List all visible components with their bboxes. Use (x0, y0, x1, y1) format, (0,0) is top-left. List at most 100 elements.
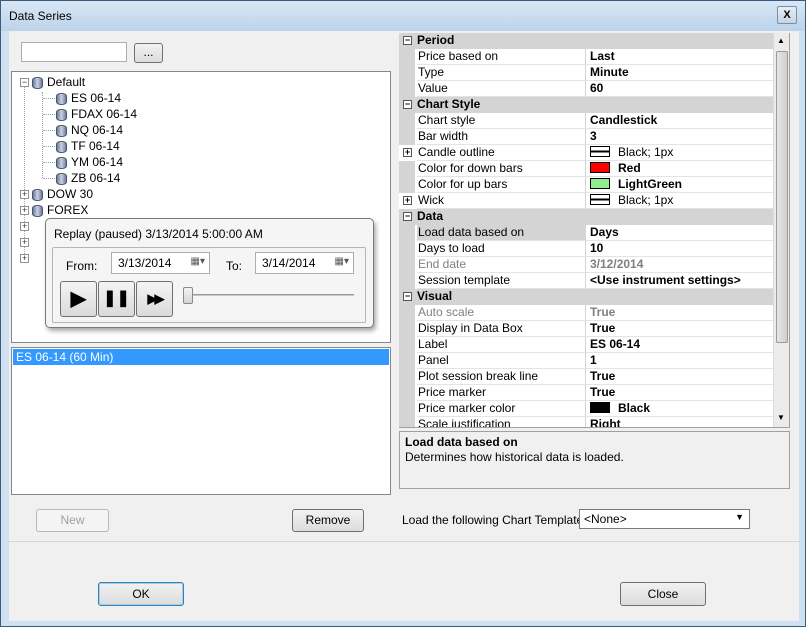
fast-forward-icon: ▶▶ (147, 291, 165, 306)
tree-item-default[interactable]: Default (32, 74, 85, 90)
replay-slider-track[interactable] (186, 294, 354, 296)
database-icon (56, 140, 67, 153)
from-label: From: (66, 259, 98, 273)
property-row[interactable]: Panel 1 (399, 353, 773, 369)
collapse-icon[interactable]: − (403, 100, 412, 109)
scroll-down-icon[interactable]: ▼ (777, 413, 785, 422)
property-row[interactable]: Label ES 06-14 (399, 337, 773, 353)
replay-status: Replay (paused) 3/13/2014 5:00:00 AM (54, 227, 263, 241)
property-row[interactable]: Color for up bars LightGreen (399, 177, 773, 193)
category-period[interactable]: − Period (399, 33, 773, 49)
series-list: ES 06-14 (60 Min) (11, 347, 391, 495)
to-label: To: (226, 259, 243, 273)
property-row[interactable]: Scale justification Right (399, 417, 773, 427)
window-close-button[interactable]: X (777, 6, 797, 24)
expand-icon[interactable]: + (20, 206, 29, 215)
browse-button[interactable]: ... (134, 43, 163, 63)
tree-item-dow30[interactable]: DOW 30 (32, 186, 93, 202)
property-row[interactable]: Color for down bars Red (399, 161, 773, 177)
property-row[interactable]: Display in Data Box True (399, 321, 773, 337)
property-row[interactable]: Plot session break line True (399, 369, 773, 385)
scroll-up-icon[interactable]: ▲ (777, 36, 785, 45)
tree-item-tf[interactable]: TF 06-14 (56, 138, 120, 154)
category-visual[interactable]: − Visual (399, 289, 773, 305)
window-title: Data Series (9, 9, 72, 23)
description-pane: Load data based on Determines how histor… (399, 431, 790, 489)
play-button[interactable]: ▶ (60, 281, 97, 317)
expand-icon[interactable]: + (20, 238, 29, 247)
scrollbar-thumb[interactable] (776, 51, 788, 343)
collapse-icon[interactable]: − (403, 36, 412, 45)
property-row[interactable]: Price marker color Black (399, 401, 773, 417)
property-row[interactable]: Auto scale True (399, 305, 773, 321)
category-chart-style[interactable]: − Chart Style (399, 97, 773, 113)
data-series-window: Data Series X ... − Default ES 06-14 FDA… (0, 0, 806, 627)
tree-item-zb[interactable]: ZB 06-14 (56, 170, 120, 186)
calendar-icon: ▦▾ (190, 256, 205, 267)
database-icon (56, 92, 67, 105)
expand-icon[interactable]: + (20, 254, 29, 263)
database-icon (56, 156, 67, 169)
property-grid-scrollbar[interactable]: ▲ ▼ (773, 33, 789, 427)
stroke-swatch (590, 146, 610, 158)
database-icon (32, 76, 43, 89)
pause-button[interactable]: ❚❚ (98, 281, 135, 317)
property-row[interactable]: + Candle outline Black; 1px (399, 145, 773, 161)
property-row[interactable]: Days to load 10 (399, 241, 773, 257)
property-row-selected[interactable]: Load data based on Days (399, 225, 773, 241)
replay-slider-thumb[interactable] (183, 287, 193, 304)
series-list-item[interactable]: ES 06-14 (60 Min) (13, 349, 389, 365)
ok-button[interactable]: OK (98, 582, 184, 606)
from-date-picker[interactable]: 3/13/2014 ▦▾ (111, 252, 210, 274)
replay-popup: Replay (paused) 3/13/2014 5:00:00 AM Fro… (45, 218, 374, 328)
expand-icon[interactable]: + (403, 148, 412, 157)
dialog-footer (9, 541, 799, 621)
color-swatch (590, 178, 610, 190)
property-row[interactable]: Session template <Use instrument settings… (399, 273, 773, 289)
remove-button[interactable]: Remove (292, 509, 364, 532)
chevron-down-icon: ▼ (735, 512, 744, 522)
tree-item-forex[interactable]: FOREX (32, 202, 88, 218)
property-row[interactable]: Chart style Candlestick (399, 113, 773, 129)
property-row[interactable]: + Wick Black; 1px (399, 193, 773, 209)
new-button[interactable]: New (36, 509, 109, 532)
color-swatch (590, 162, 610, 174)
calendar-icon: ▦▾ (334, 256, 349, 267)
collapse-icon[interactable]: − (403, 292, 412, 301)
category-data[interactable]: − Data (399, 209, 773, 225)
property-row[interactable]: Type Minute (399, 65, 773, 81)
property-row[interactable]: Price based on Last (399, 49, 773, 65)
property-grid: − Period Price based on Last Type Minute Va… (399, 33, 773, 427)
tree-item-nq[interactable]: NQ 06-14 (56, 122, 123, 138)
database-icon (56, 108, 67, 121)
property-row[interactable]: Value 60 (399, 81, 773, 97)
close-button[interactable]: Close (620, 582, 706, 606)
property-row[interactable]: Price marker True (399, 385, 773, 401)
fast-forward-button[interactable]: ▶▶ (136, 281, 173, 317)
collapse-icon[interactable]: − (403, 212, 412, 221)
description-text: Determines how historical data is loaded… (405, 450, 624, 464)
chart-template-select[interactable]: <None> ▼ (579, 509, 750, 529)
instrument-search-input[interactable] (21, 42, 127, 62)
color-swatch (590, 402, 610, 414)
database-icon (32, 204, 43, 217)
collapse-icon[interactable]: − (20, 78, 29, 87)
database-icon (56, 124, 67, 137)
pause-icon: ❚❚ (103, 290, 130, 307)
database-icon (32, 188, 43, 201)
tree-item-es[interactable]: ES 06-14 (56, 90, 121, 106)
title-bar: Data Series X (1, 1, 805, 31)
property-row[interactable]: Bar width 3 (399, 129, 773, 145)
description-title: Load data based on (405, 435, 518, 449)
tree-item-fdax[interactable]: FDAX 06-14 (56, 106, 137, 122)
play-icon: ▶ (70, 288, 87, 310)
tree-item-ym[interactable]: YM 06-14 (56, 154, 123, 170)
expand-icon[interactable]: + (20, 190, 29, 199)
expand-icon[interactable]: + (20, 222, 29, 231)
template-label: Load the following Chart Template: (402, 513, 587, 527)
to-date-picker[interactable]: 3/14/2014 ▦▾ (255, 252, 354, 274)
expand-icon[interactable]: + (403, 196, 412, 205)
database-icon (56, 172, 67, 185)
stroke-swatch (590, 194, 610, 206)
property-row[interactable]: End date 3/12/2014 (399, 257, 773, 273)
